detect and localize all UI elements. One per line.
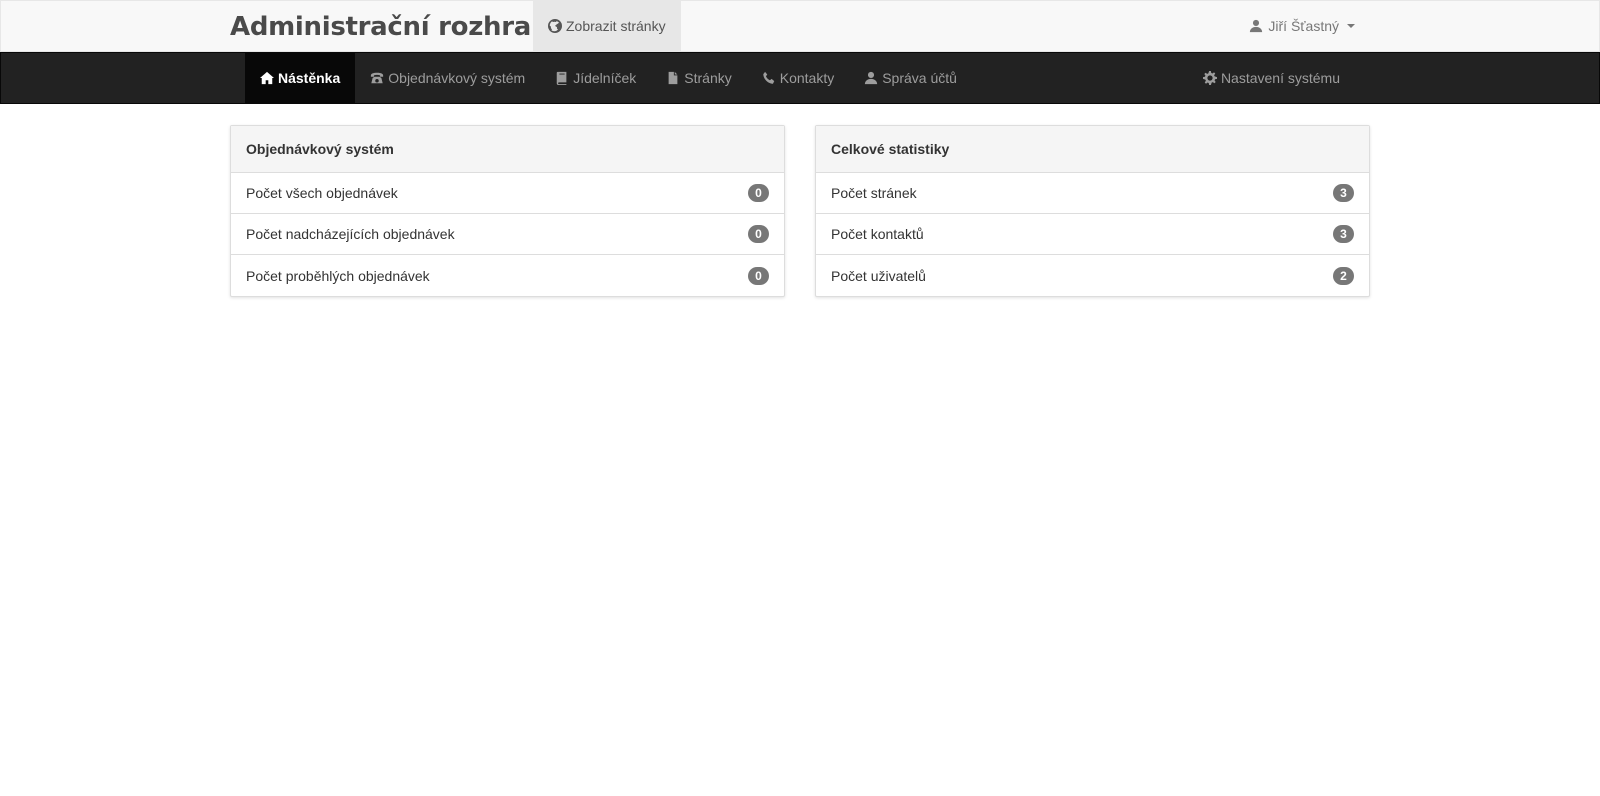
- list-item[interactable]: Počet kontaktů 3: [816, 214, 1369, 255]
- list-item-label: Počet proběhlých objednávek: [246, 267, 430, 284]
- stats-panel: Celkové statistiky Počet stránek 3 Počet…: [815, 125, 1370, 297]
- nav-item-label: Jídelníček: [573, 70, 637, 86]
- phone-alt-icon: [371, 72, 384, 84]
- nav-item-dashboard[interactable]: Nástěnka: [245, 53, 356, 103]
- panel-title: Objednávkový systém: [231, 126, 784, 173]
- count-badge: 0: [748, 184, 769, 202]
- earphone-icon: [763, 71, 774, 84]
- user-icon: [1250, 19, 1263, 33]
- chevron-down-icon: [1347, 24, 1355, 28]
- file-icon: [668, 71, 678, 85]
- list-item-label: Počet všech objednávek: [246, 185, 398, 201]
- list-item[interactable]: Počet stránek 3: [816, 173, 1369, 214]
- nav-item-order-system[interactable]: Objednávkový systém: [355, 53, 540, 103]
- user-menu-dropdown[interactable]: Jiří Šťastný: [1249, 1, 1355, 51]
- nav-item-accounts[interactable]: Správa účtů: [849, 53, 972, 103]
- gear-icon: [1202, 71, 1217, 85]
- panel-title: Celkové statistiky: [816, 126, 1369, 173]
- orders-panel: Objednávkový systém Počet všech objednáv…: [230, 125, 785, 297]
- nav-item-system-settings[interactable]: Nastavení systému: [1188, 53, 1355, 103]
- nav-item-label: Objednávkový systém: [388, 70, 526, 86]
- nav-item-label: Nastavení systému: [1220, 70, 1340, 86]
- top-bar: Administrační rozhraní Zobrazit stránky …: [0, 0, 1600, 52]
- globe-icon: [548, 19, 562, 33]
- list-item-label: Počet nadcházejících objednávek: [246, 226, 455, 242]
- count-badge: 2: [1333, 266, 1354, 285]
- nav-item-menu[interactable]: Jídelníček: [540, 53, 651, 103]
- nav-item-label: Nástěnka: [278, 70, 341, 86]
- user-name: Jiří Šťastný: [1268, 18, 1339, 34]
- brand-title[interactable]: Administrační rozhraní: [230, 1, 558, 51]
- count-badge: 0: [748, 225, 769, 243]
- list-item[interactable]: Počet uživatelů 2: [816, 255, 1369, 296]
- user-icon: [865, 71, 878, 85]
- nav-item-label: Stránky: [684, 70, 732, 86]
- list-item-label: Počet kontaktů: [831, 226, 924, 242]
- view-site-label: Zobrazit stránky: [566, 18, 666, 34]
- nav-item-label: Kontakty: [779, 70, 835, 86]
- home-icon: [260, 71, 274, 85]
- list-item-label: Počet uživatelů: [831, 267, 926, 284]
- count-badge: 3: [1333, 225, 1354, 243]
- dashboard-content: Objednávkový systém Počet všech objednáv…: [230, 104, 1370, 304]
- list-item[interactable]: Počet proběhlých objednávek 0: [231, 255, 784, 296]
- nav-item-contacts[interactable]: Kontakty: [747, 53, 849, 103]
- nav-item-pages[interactable]: Stránky: [651, 53, 746, 103]
- list-item-label: Počet stránek: [831, 185, 917, 201]
- count-badge: 0: [748, 266, 769, 285]
- nav-item-label: Správa účtů: [882, 70, 957, 86]
- book-icon: [556, 71, 567, 85]
- view-site-button[interactable]: Zobrazit stránky: [533, 1, 681, 51]
- count-badge: 3: [1333, 184, 1354, 202]
- list-item[interactable]: Počet nadcházejících objednávek 0: [231, 214, 784, 255]
- list-item[interactable]: Počet všech objednávek 0: [231, 173, 784, 214]
- main-navbar: Nástěnka Objednávkový systém Jídelníček …: [0, 52, 1600, 104]
